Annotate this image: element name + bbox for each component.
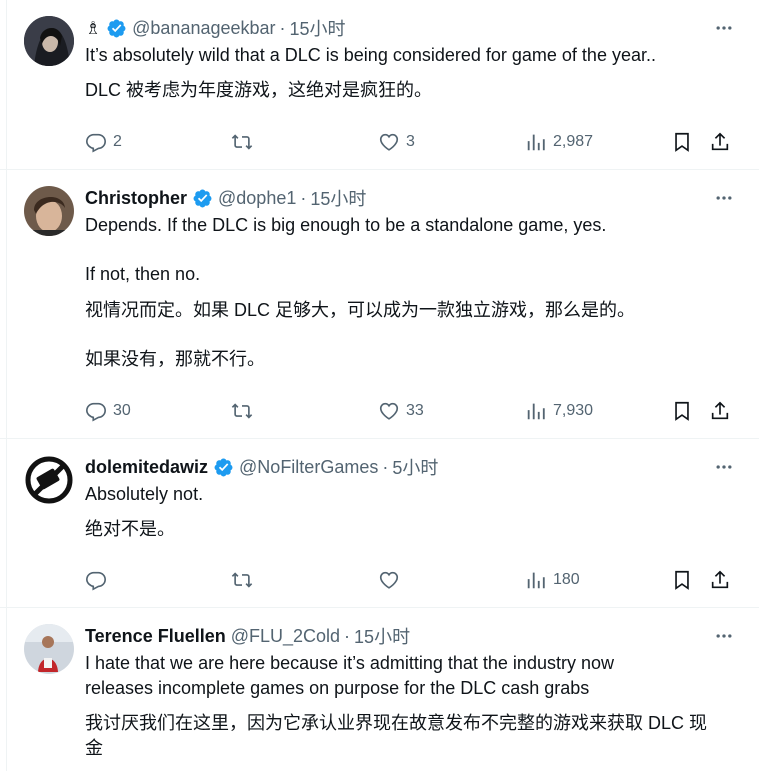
tweet-text-line: I hate that we are here because it’s adm… xyxy=(85,653,614,673)
reply-count: 30 xyxy=(113,402,131,419)
views-button[interactable]: 180 xyxy=(525,569,580,591)
tweet[interactable]: ♗ @bananageekbar · 15小时 It’s absolutely … xyxy=(0,0,759,170)
separator-dot: · xyxy=(279,17,286,38)
bookmark-icon xyxy=(675,570,689,590)
avatar-image xyxy=(24,186,74,236)
like-count: 33 xyxy=(406,402,424,419)
tweet-text-line: If not, then no. xyxy=(85,264,201,284)
avatar-image xyxy=(24,624,74,674)
tweet-text-line: releases incomplete games on purpose for… xyxy=(85,678,590,698)
author-handle[interactable]: @FLU_2Cold xyxy=(231,626,340,647)
author-handle[interactable]: @NoFilterGames xyxy=(239,457,378,478)
retweet-icon xyxy=(231,134,253,150)
avatar-image xyxy=(24,16,74,66)
tweet-header: Christopher @dophe1 · 15小时 xyxy=(85,186,737,210)
tweet-translation-line: 视情况而定。如果 DLC 足够大，可以成为一款独立游戏，那么是的。 xyxy=(85,300,636,320)
retweet-icon xyxy=(231,403,253,419)
reply-icon xyxy=(86,133,106,153)
reply-icon xyxy=(86,571,106,591)
timestamp[interactable]: 15小时 xyxy=(290,15,346,41)
like-count: 3 xyxy=(406,133,415,150)
retweet-button[interactable] xyxy=(231,400,259,422)
views-button[interactable]: 7,930 xyxy=(525,400,593,422)
more-icon[interactable] xyxy=(711,624,737,648)
share-button[interactable] xyxy=(709,131,731,153)
avatar[interactable] xyxy=(24,455,74,505)
view-count: 2,987 xyxy=(553,133,594,150)
reply-button[interactable] xyxy=(85,569,113,591)
views-icon xyxy=(527,572,545,589)
separator-dot: · xyxy=(300,187,307,208)
reply-button[interactable]: 2 xyxy=(85,131,122,153)
author-handle[interactable]: @dophe1 xyxy=(218,188,296,209)
like-icon xyxy=(379,571,399,589)
reply-button[interactable]: 30 xyxy=(85,400,131,422)
no-filter-logo-icon xyxy=(25,456,73,504)
separator-dot: · xyxy=(344,625,351,646)
verified-icon xyxy=(106,18,127,39)
bookmark-icon xyxy=(675,132,689,152)
views-icon xyxy=(527,403,545,420)
author-handle[interactable]: @bananageekbar xyxy=(132,18,275,39)
tweet-text: It’s absolutely wild that a DLC is being… xyxy=(85,45,656,65)
action-bar: 30 33 7,930 xyxy=(85,397,737,425)
tweet-text: Absolutely not. xyxy=(85,484,204,504)
tweet-text-line: Depends. If the DLC is big enough to be … xyxy=(85,215,607,235)
tweet[interactable]: Terence Fluellen @FLU_2Cold · 15小时 I hat… xyxy=(0,608,759,771)
separator-dot: · xyxy=(382,456,389,477)
bookmark-button[interactable] xyxy=(671,131,693,153)
share-button[interactable] xyxy=(709,400,731,422)
author-name[interactable]: Terence Fluellen xyxy=(85,626,226,647)
share-icon xyxy=(711,132,729,151)
reply-count: 2 xyxy=(113,133,122,150)
tweet-translation: DLC 被考虑为年度游戏，这绝对是疯狂的。 xyxy=(85,80,433,100)
reply-feed: ♗ @bananageekbar · 15小时 It’s absolutely … xyxy=(0,0,759,771)
views-icon xyxy=(527,134,545,151)
share-icon xyxy=(711,570,729,589)
bookmark-button[interactable] xyxy=(671,569,693,591)
tweet-header: ♗ @bananageekbar · 15小时 xyxy=(85,16,737,40)
avatar[interactable] xyxy=(24,624,74,674)
view-count: 180 xyxy=(553,571,580,588)
reply-icon xyxy=(86,402,106,422)
retweet-button[interactable] xyxy=(231,569,259,591)
avatar[interactable] xyxy=(24,186,74,236)
like-icon xyxy=(379,133,399,151)
timestamp[interactable]: 15小时 xyxy=(310,185,366,211)
more-icon[interactable] xyxy=(711,186,737,210)
verified-icon xyxy=(192,188,213,209)
like-button[interactable] xyxy=(378,569,406,591)
tweet-translation-line: 我讨厌我们在这里，因为它承认业界现在故意发布不完整的游戏来获取 DLC 现 xyxy=(85,713,708,733)
like-button[interactable]: 3 xyxy=(378,131,415,153)
retweet-button[interactable] xyxy=(231,131,259,153)
timestamp[interactable]: 15小时 xyxy=(354,623,410,649)
more-icon[interactable] xyxy=(711,16,737,40)
tweet-translation-line: 金 xyxy=(85,738,103,758)
share-icon xyxy=(711,401,729,420)
action-bar: 2 3 2,987 xyxy=(85,128,737,156)
action-bar: 180 xyxy=(85,566,737,594)
author-name[interactable]: dolemitedawiz xyxy=(85,457,208,478)
tweet-header: Terence Fluellen @FLU_2Cold · 15小时 xyxy=(85,624,737,648)
tweet-header: dolemitedawiz @NoFilterGames · 5小时 xyxy=(85,455,737,479)
author-name[interactable]: ♗ xyxy=(85,18,101,39)
bookmark-button[interactable] xyxy=(671,400,693,422)
avatar[interactable] xyxy=(24,16,74,66)
more-icon[interactable] xyxy=(711,455,737,479)
tweet[interactable]: dolemitedawiz @NoFilterGames · 5小时 Absol… xyxy=(0,439,759,608)
retweet-icon xyxy=(231,572,253,588)
bookmark-icon xyxy=(675,401,689,421)
timestamp[interactable]: 5小时 xyxy=(392,454,438,480)
tweet[interactable]: Christopher @dophe1 · 15小时 Depends. If t… xyxy=(0,170,759,439)
share-button[interactable] xyxy=(709,569,731,591)
views-button[interactable]: 2,987 xyxy=(525,131,593,153)
tweet-translation-line: 如果没有，那就不行。 xyxy=(85,349,265,369)
like-button[interactable]: 33 xyxy=(378,400,424,422)
verified-icon xyxy=(213,457,234,478)
view-count: 7,930 xyxy=(553,402,594,419)
like-icon xyxy=(379,402,399,420)
tweet-translation: 绝对不是。 xyxy=(85,519,175,539)
author-name[interactable]: Christopher xyxy=(85,188,187,209)
